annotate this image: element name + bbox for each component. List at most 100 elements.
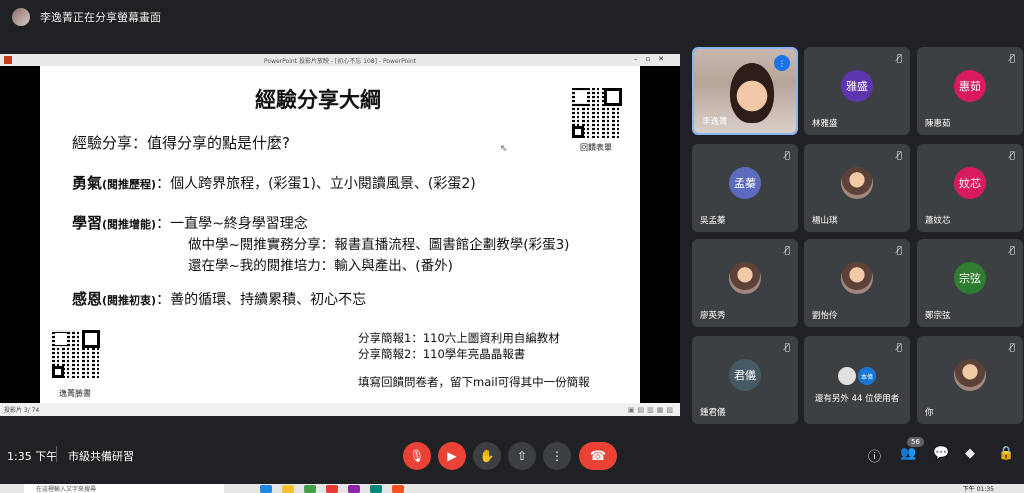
participant-tile[interactable]: 🎙̸ 劉怡伶 bbox=[804, 239, 910, 327]
mic-muted-icon: 🎙̸ bbox=[896, 343, 902, 353]
learn-tag: (閱推增能) bbox=[102, 218, 157, 231]
participant-tile[interactable]: 🎙̸ 本偉還有另外 44 位使用者 bbox=[804, 336, 910, 424]
learn-text-2: 做中學~閱推實務分享：報書直播流程、圖書館企劃教學(彩蛋3) bbox=[188, 237, 570, 253]
participant-name: 劉怡伶 bbox=[812, 311, 838, 321]
qr-code-facebook bbox=[52, 330, 100, 378]
participant-name: 陳惠茹 bbox=[925, 119, 951, 129]
avatar: 宗弦 bbox=[954, 261, 986, 294]
avatar: 妏芯 bbox=[954, 166, 986, 199]
taskbar-app-icon[interactable] bbox=[282, 485, 294, 493]
avatar bbox=[841, 166, 873, 199]
mouse-cursor-icon: ⇖ bbox=[500, 144, 508, 154]
participant-name: 楊山琪 bbox=[812, 216, 838, 226]
avatar: 雅盛 bbox=[841, 69, 873, 102]
taskbar-app-icon[interactable] bbox=[260, 485, 272, 493]
participant-tile[interactable]: 🎙̸ 惠茹 陳惠茹 bbox=[917, 47, 1023, 135]
taskbar-search[interactable]: 在這裡輸入文字來搜尋 bbox=[24, 484, 224, 493]
participant-tile[interactable]: 🎙̸ 君儀鍾君儀 bbox=[692, 336, 798, 424]
participant-tile[interactable]: 🎙̸ 你 bbox=[917, 336, 1023, 424]
qr-label-facebook: 逸菁臉書 bbox=[59, 389, 91, 398]
view-icons: ▣▤▥▦▧ bbox=[627, 405, 676, 414]
learn-text-1: ：一直學~終身學習理念 bbox=[156, 216, 308, 232]
participant-tile[interactable]: 🎙̸ 宗弦鄭宗弦 bbox=[917, 239, 1023, 327]
host-controls-icon[interactable]: 🔒 bbox=[998, 446, 1014, 461]
avatar: 君儀 bbox=[729, 358, 761, 391]
os-taskbar: 在這裡輸入文字來搜尋 下午 01:35 bbox=[0, 484, 1024, 493]
meeting-time: 1:35 下午 bbox=[7, 450, 58, 463]
meeting-controls: 1:35 下午 市級共備研習 🎙 ▶ ✋ ⇧ ⋮ ☎ ⓘ 👥 56 💬 ◆ 🔒 bbox=[0, 432, 1024, 480]
activities-icon[interactable]: ◆ bbox=[965, 446, 975, 461]
taskbar-clock: 下午 01:35 bbox=[962, 486, 994, 493]
mic-muted-icon: 🎙̸ bbox=[896, 246, 902, 256]
taskbar-apps bbox=[260, 485, 404, 493]
slide: 經驗分享大綱 回饋表單 ⇖ 經驗分享：值得分享的點是什麼? 勇氣(閱推歷程)：個… bbox=[40, 66, 640, 403]
participant-tile[interactable]: 🎙̸ 廖英秀 bbox=[692, 239, 798, 327]
learn-heading: 學習 bbox=[72, 214, 103, 232]
participant-name: 李逸菁 bbox=[702, 117, 728, 127]
other-users-label: 還有另外 44 位使用者 bbox=[814, 394, 900, 404]
slide-learn-line: 學習(閱推增能)：一直學~終身學習理念 bbox=[72, 212, 308, 233]
mic-muted-icon: 🎙̸ bbox=[1009, 54, 1015, 64]
camera-off-button[interactable]: ▶ bbox=[438, 442, 466, 470]
thanks-text: ：善的循環、持續累積、初心不忘 bbox=[156, 292, 367, 308]
courage-tag: (閱推歷程) bbox=[102, 178, 157, 191]
mic-off-button[interactable]: 🎙 bbox=[403, 442, 431, 470]
divider bbox=[56, 446, 57, 462]
mic-muted-icon: 🎙̸ bbox=[784, 343, 790, 353]
participant-tile[interactable]: 🎙̸ 楊山琪 bbox=[804, 144, 910, 232]
chat-icon[interactable]: 💬 bbox=[933, 446, 949, 461]
mic-muted-icon: 🎙̸ bbox=[1009, 151, 1015, 161]
courage-heading: 勇氣 bbox=[72, 174, 103, 192]
taskbar-app-icon[interactable] bbox=[370, 485, 382, 493]
shared-screen: PowerPoint 投影片放映 - [初心不忘 108] - PowerPoi… bbox=[0, 54, 680, 416]
qr-code-feedback bbox=[572, 88, 622, 138]
other-users-avatars: 本偉 bbox=[837, 366, 877, 386]
powerpoint-statusbar: 投影片 3/ 74 ▣▤▥▦▧ bbox=[0, 403, 680, 416]
mic-muted-icon: 🎙̸ bbox=[784, 246, 790, 256]
powerpoint-window-title: PowerPoint 投影片放映 - [初心不忘 108] - PowerPoi… bbox=[264, 57, 416, 65]
avatar bbox=[954, 358, 986, 391]
info-icon[interactable]: ⓘ bbox=[868, 446, 881, 465]
participant-tile[interactable]: 🎙̸ 雅盛林雅盛 bbox=[804, 47, 910, 135]
avatar bbox=[837, 366, 857, 386]
avatar: 本偉 bbox=[857, 366, 877, 386]
taskbar-app-icon[interactable] bbox=[326, 485, 338, 493]
sharing-banner: 李逸菁正在分享螢幕畫面 bbox=[0, 0, 1024, 34]
meeting-name: 市級共備研習 bbox=[68, 450, 134, 463]
sharing-text: 李逸菁正在分享螢幕畫面 bbox=[40, 11, 161, 24]
participant-name: 鍾君儀 bbox=[700, 408, 726, 418]
share-line-1: 分享簡報1：110六上圖資利用自編教材 bbox=[358, 331, 560, 345]
participant-name: 廖英秀 bbox=[700, 311, 726, 321]
mic-muted-icon: 🎙̸ bbox=[1009, 246, 1015, 256]
presenter-avatar bbox=[12, 8, 30, 26]
learn-text-3: 還在學~我的閱推培力：輸入與產出、(番外) bbox=[188, 258, 453, 274]
qr-label-feedback: 回饋表單 bbox=[580, 143, 612, 152]
slide-courage-line: 勇氣(閱推歷程)：個人跨界旅程，(彩蛋1)、立小閱讀風景、(彩蛋2) bbox=[72, 172, 476, 193]
taskbar-app-icon[interactable] bbox=[392, 485, 404, 493]
taskbar-app-icon[interactable] bbox=[348, 485, 360, 493]
slide-thanks-line: 感恩(閱推初衷)：善的循環、持續累積、初心不忘 bbox=[72, 288, 366, 309]
avatar bbox=[729, 261, 761, 294]
courage-text: ：個人跨界旅程，(彩蛋1)、立小閱讀風景、(彩蛋2) bbox=[156, 176, 476, 192]
video-person bbox=[730, 63, 774, 123]
present-button[interactable]: ⇧ bbox=[508, 442, 536, 470]
people-icon[interactable]: 👥 bbox=[900, 446, 916, 461]
speaking-indicator-icon: ⋮ bbox=[774, 55, 790, 71]
participant-tile[interactable]: ⋮ 李逸菁 bbox=[692, 47, 798, 135]
share-note: 填寫回饋問卷者，留下mail可得其中一份簡報 bbox=[358, 375, 590, 389]
participant-tile[interactable]: 🎙̸ 妏芯蕭妏芯 bbox=[917, 144, 1023, 232]
mic-muted-icon: 🎙̸ bbox=[896, 54, 902, 64]
taskbar-app-icon[interactable] bbox=[304, 485, 316, 493]
participant-tile[interactable]: 🎙̸ 孟蓁 吳孟蓁 bbox=[692, 144, 798, 232]
more-options-button[interactable]: ⋮ bbox=[543, 442, 571, 470]
window-controls: –▫✕ bbox=[633, 55, 672, 63]
leave-call-button[interactable]: ☎ bbox=[579, 442, 617, 470]
participant-name: 吳孟蓁 bbox=[700, 216, 726, 226]
participant-name: 鄭宗弦 bbox=[925, 311, 951, 321]
participant-name: 你 bbox=[925, 408, 934, 418]
participant-name: 林雅盛 bbox=[812, 119, 838, 129]
slide-question: 經驗分享：值得分享的點是什麼? bbox=[72, 134, 290, 152]
participant-name: 蕭妏芯 bbox=[925, 216, 951, 226]
mic-muted-icon: 🎙̸ bbox=[896, 151, 902, 161]
raise-hand-button[interactable]: ✋ bbox=[473, 442, 501, 470]
